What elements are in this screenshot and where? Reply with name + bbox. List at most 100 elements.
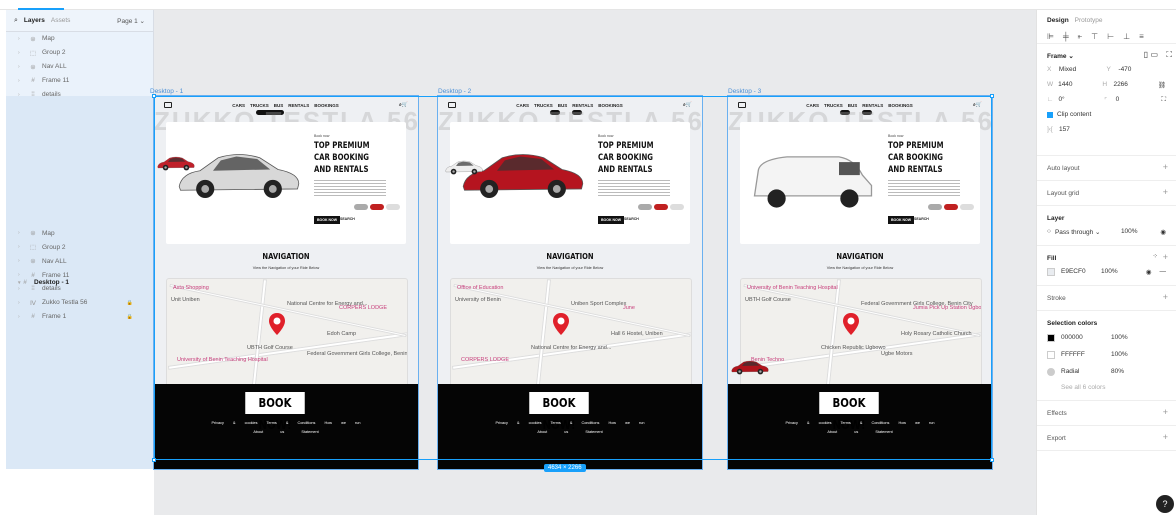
color-swatch[interactable]: [1047, 333, 1055, 342]
align-right-icon[interactable]: ⫦: [1078, 32, 1083, 42]
align-middle-icon[interactable]: ⊢: [1107, 32, 1114, 41]
footer-link[interactable]: How we run: [608, 421, 644, 425]
height-input[interactable]: 2266: [1113, 81, 1157, 88]
location-map[interactable]: University of Benin Teaching Hospital UBT…: [740, 278, 982, 394]
tab-assets[interactable]: Assets: [51, 17, 71, 24]
add-export-icon[interactable]: +: [1163, 432, 1168, 442]
remove-fill-icon[interactable]: —: [1160, 268, 1167, 275]
expand-caret-icon[interactable]: ›: [18, 50, 20, 56]
radius-input[interactable]: 0: [1116, 96, 1162, 103]
map-place-label[interactable]: UBTH Golf Course: [247, 345, 293, 351]
car-thumb[interactable]: [928, 204, 942, 210]
expand-caret-icon[interactable]: ›: [18, 244, 20, 250]
lock-icon[interactable]: 🔒: [127, 314, 133, 320]
lock-icon[interactable]: 🔒: [127, 300, 133, 306]
color-hex[interactable]: Radial: [1061, 368, 1111, 375]
align-center-icon[interactable]: ╪: [1063, 32, 1069, 41]
expand-caret-icon[interactable]: ›: [18, 36, 20, 42]
add-fill-icon[interactable]: +: [1163, 252, 1168, 262]
layer-item[interactable]: › # Frame 11: [6, 268, 153, 282]
tab-layers[interactable]: Layers: [24, 17, 45, 24]
x-input[interactable]: Mixed: [1059, 66, 1107, 73]
car-thumb[interactable]: [960, 204, 974, 210]
hero-book-button[interactable]: BOOK NOW: [888, 216, 915, 224]
constrain-icon[interactable]: ⛓: [1158, 81, 1166, 89]
color-hex[interactable]: 000000: [1061, 334, 1111, 341]
map-place-label[interactable]: Edoh Camp: [327, 331, 356, 337]
hero-search-button[interactable]: SEARCH: [914, 217, 929, 221]
desktop-frame-2[interactable]: CARS TRUCKS BUS RENTALS BOOKINGS ⌕🛒 ZUKKO TEST…: [437, 95, 703, 470]
footer-link[interactable]: Terms & Conditions: [266, 421, 315, 425]
map-place-label[interactable]: CORPERS LODGE: [339, 305, 387, 311]
expand-caret-icon[interactable]: ›: [18, 258, 20, 264]
tab-prototype[interactable]: Prototype: [1075, 17, 1103, 24]
footer-link[interactable]: Statement: [585, 430, 602, 434]
color-opacity[interactable]: 100%: [1111, 334, 1128, 341]
corner-icon[interactable]: ⛶: [1161, 96, 1166, 104]
layer-item[interactable]: › # Frame 1 🔒: [6, 310, 153, 324]
expand-caret-icon[interactable]: ›: [18, 78, 20, 84]
map-place-label[interactable]: University of Benin: [455, 297, 501, 303]
car-thumb[interactable]: [670, 204, 684, 210]
map-place-label[interactable]: Hall 6 Hostel, Uniben: [611, 331, 663, 337]
footer-link[interactable]: Statement: [875, 430, 892, 434]
canvas[interactable]: Desktop - 1 CARS TRUCKS BUS RENTALS BOOKINGS ⌕…: [150, 10, 1036, 515]
color-opacity[interactable]: 80%: [1111, 368, 1124, 375]
map-place-label[interactable]: Chicken Republic Ugbowo: [821, 345, 886, 351]
layer-item[interactable]: › ⬚ Group 2: [6, 240, 153, 254]
footer-link[interactable]: Privacy & cookies: [496, 421, 542, 425]
map-place-label[interactable]: CORPERS LODGE: [461, 357, 509, 363]
layer-item[interactable]: › ⊜ Nav ALL: [6, 254, 153, 268]
fill-opacity[interactable]: 100%: [1101, 268, 1118, 275]
fill-hex[interactable]: E9ECF0: [1061, 268, 1101, 275]
color-swatch[interactable]: [1047, 350, 1055, 359]
desktop-frame-3[interactable]: CARS TRUCKS BUS RENTALS BOOKINGS ⌕🛒 ZUKKO TEST…: [727, 95, 993, 470]
color-swatch[interactable]: [1047, 367, 1055, 376]
location-map[interactable]: Office of Education University of Benin Un…: [450, 278, 692, 394]
frame-name-label[interactable]: Desktop - 3: [728, 88, 761, 95]
distribute-icon[interactable]: ≡: [1139, 32, 1144, 41]
frame-label[interactable]: Frame ⌄: [1047, 50, 1166, 62]
expand-caret-icon[interactable]: ›: [18, 300, 20, 306]
car-thumb[interactable]: [944, 204, 958, 210]
see-all-colors-link[interactable]: See all 6 colors: [1047, 380, 1166, 394]
styles-icon[interactable]: ⁘: [1153, 252, 1158, 260]
clip-checkbox[interactable]: [1047, 111, 1053, 118]
page-selector[interactable]: Page 1 ⌄: [117, 17, 145, 25]
map-place-label[interactable]: National Centre for Energy and...: [531, 345, 611, 351]
footer-link[interactable]: About us: [827, 430, 858, 434]
y-input[interactable]: -470: [1118, 66, 1166, 73]
landscape-icon[interactable]: ▭: [1150, 50, 1158, 59]
footer-link[interactable]: Terms & Conditions: [840, 421, 889, 425]
rotation-input[interactable]: 0°: [1058, 96, 1104, 103]
map-pin-icon[interactable]: [843, 313, 859, 335]
book-now-button[interactable]: BOOK NOW!: [819, 392, 879, 432]
map-place-label[interactable]: UBTH Golf Course: [745, 297, 791, 303]
hero-search-button[interactable]: SEARCH: [340, 217, 355, 221]
search-icon[interactable]: ⌕: [14, 17, 18, 25]
hero-book-button[interactable]: BOOK NOW: [314, 216, 341, 224]
map-place-label[interactable]: University of Benin Teaching Hospital: [747, 285, 838, 291]
expand-caret-icon[interactable]: ›: [18, 272, 20, 278]
car-thumb[interactable]: [370, 204, 384, 210]
align-left-icon[interactable]: ⊫: [1047, 32, 1054, 41]
car-thumb[interactable]: [386, 204, 400, 210]
map-place-label[interactable]: June: [623, 305, 635, 311]
fill-swatch[interactable]: [1047, 267, 1055, 276]
blend-select[interactable]: Pass through ⌄: [1055, 228, 1117, 236]
footer-link[interactable]: How we run: [898, 421, 934, 425]
car-thumb[interactable]: [638, 204, 652, 210]
hero-book-button[interactable]: BOOK NOW: [598, 216, 625, 224]
layer-item[interactable]: › ⬚ Group 2: [6, 46, 153, 60]
layer-item[interactable]: › ⊜ Map: [6, 32, 153, 46]
map-pin-icon[interactable]: [553, 313, 569, 335]
map-place-label[interactable]: University of Benin Teaching Hospital: [177, 357, 268, 363]
tab-design[interactable]: Design: [1047, 17, 1069, 24]
align-bottom-icon[interactable]: ⊥: [1123, 32, 1130, 41]
portrait-icon[interactable]: ▯: [1144, 50, 1148, 59]
layer-item[interactable]: › Ⅳ Zukko Testla 56 🔒: [6, 296, 153, 310]
footer-link[interactable]: Privacy & cookies: [212, 421, 258, 425]
map-place-label[interactable]: Unit Uniben: [171, 297, 200, 303]
eye-icon[interactable]: ◉: [1146, 268, 1152, 276]
footer-link[interactable]: Privacy & cookies: [786, 421, 832, 425]
